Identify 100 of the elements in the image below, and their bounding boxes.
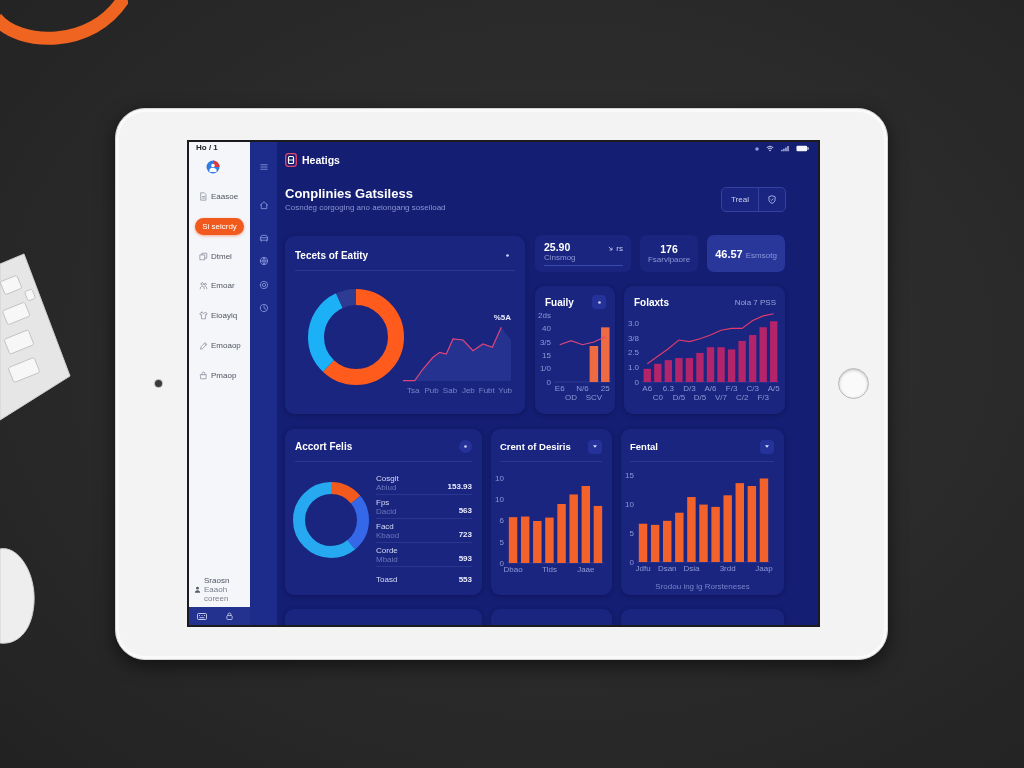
axis-label: D/5 — [672, 392, 686, 402]
axis-label: OD — [565, 392, 578, 402]
axis-label: 10 — [495, 473, 504, 483]
axis-label: Sab — [441, 386, 459, 395]
axis-label: 3/8 — [627, 333, 639, 343]
row-value: 593 — [458, 553, 472, 563]
chart-bar — [711, 506, 720, 562]
chart-bar — [650, 524, 660, 562]
dropdown-button[interactable] — [760, 439, 774, 454]
axis-label: Dsia — [683, 564, 700, 573]
axis-label: 0 — [629, 557, 634, 567]
row-name: Toasd — [376, 574, 398, 584]
axis-label: 25 — [600, 384, 610, 393]
battery-icon — [796, 145, 809, 152]
car-icon[interactable] — [258, 233, 269, 243]
axis-label: 1.0 — [627, 363, 639, 373]
axis-label: 2ds — [538, 311, 551, 321]
nav-item[interactable]: Eaasoe — [189, 188, 239, 205]
clock-icon[interactable] — [258, 303, 269, 313]
chart-bar — [601, 327, 610, 382]
stat-value: 46.57 — [715, 247, 743, 260]
axis-label: 5 — [629, 528, 634, 538]
chart-bar — [717, 347, 725, 382]
row-detail: Abiud — [376, 482, 397, 492]
nav-item[interactable]: Dtmel — [189, 247, 232, 265]
chart-bar — [675, 358, 683, 382]
row-value: 153.93 — [447, 481, 472, 491]
nav-item[interactable]: Emoaop — [189, 337, 241, 354]
legend-label: Nola 7 PSS — [734, 297, 776, 307]
nav-item[interactable]: Emoar — [189, 277, 235, 295]
stat-value: 176 — [660, 243, 678, 255]
axis-label: 0 — [546, 377, 551, 387]
axis-label: Dsan — [657, 564, 677, 573]
menu-icon[interactable] — [258, 162, 269, 172]
chart-bar — [675, 512, 684, 562]
nav-item[interactable]: Pmaop — [189, 366, 237, 384]
home-icon[interactable] — [258, 200, 269, 210]
chart-bar — [654, 363, 662, 382]
axis-label: 40 — [542, 324, 551, 334]
document-icon — [199, 192, 208, 201]
menu-button[interactable] — [459, 440, 472, 453]
stat-card[interactable]: 46.57 Esmsotg — [707, 235, 785, 272]
axis-label: Jeb — [460, 386, 476, 395]
stat-value: 25.90 — [544, 241, 572, 253]
chart-bar — [569, 494, 578, 563]
globe-icon[interactable] — [258, 256, 269, 266]
chart-bar — [533, 521, 542, 563]
row-value: 553 — [458, 574, 472, 584]
target-icon[interactable] — [258, 280, 269, 290]
chart-bar — [685, 358, 694, 382]
axis-label: Jaae — [577, 565, 595, 574]
nav-item[interactable]: Eioayiq — [189, 307, 238, 325]
chart-bar — [593, 505, 603, 563]
chart-line — [559, 336, 606, 346]
chart-bar — [638, 523, 648, 562]
axis-label: 0 — [634, 377, 639, 387]
stat-card[interactable]: 176 Fsarvlpaore — [640, 235, 698, 272]
shield-icon — [768, 194, 776, 204]
axis-label: 3rdd — [719, 564, 736, 573]
axis-label: 3/5 — [539, 337, 551, 347]
axis-label: D/5 — [693, 392, 707, 402]
row-name: Cosgit — [376, 473, 399, 483]
chart-bar — [738, 340, 746, 382]
axis-label: 10 — [495, 495, 504, 505]
chart-bar — [520, 516, 530, 563]
axis-label: D/3 — [683, 384, 696, 393]
card-title: Folaxts — [634, 296, 669, 308]
caret-icon — [765, 445, 769, 448]
toolbar-button[interactable]: Treal — [722, 187, 759, 211]
axis-label: V/7 — [715, 392, 728, 402]
keyboard-icon[interactable] — [197, 612, 207, 620]
axis-label: 2.5 — [627, 348, 639, 358]
stat-label: Esmsotg — [745, 250, 777, 260]
stat-card[interactable]: 25.90 Cinsmog rs — [535, 235, 631, 272]
axis-label: C0 — [652, 392, 663, 402]
row-name: Corde — [376, 545, 398, 555]
dot-icon — [597, 300, 601, 304]
bag-icon — [199, 370, 208, 380]
dot-icon — [755, 146, 759, 151]
app-name: Heatigs — [302, 154, 340, 166]
user-name: Sraosn — [204, 576, 231, 585]
chart-bar — [545, 517, 554, 563]
card-title: Accort Felis — [295, 441, 353, 452]
chart-bar — [687, 497, 696, 562]
status-text: Ho / 1 — [195, 142, 218, 153]
page-title: Conplinies Gatsiless — [285, 185, 414, 202]
dropdown-button[interactable] — [588, 439, 602, 454]
shirt-icon — [199, 311, 208, 321]
signal-icon — [781, 145, 789, 152]
logo-icon — [285, 153, 297, 167]
people-icon — [199, 281, 208, 291]
axis-label: A/6 — [704, 384, 717, 393]
chart-bar — [589, 346, 599, 382]
chart-bar — [664, 360, 673, 382]
lock-icon[interactable] — [226, 612, 233, 620]
axis-label: F/3 — [757, 392, 769, 402]
menu-button[interactable] — [592, 295, 606, 309]
axis-label: 0 — [499, 558, 504, 568]
dot-icon[interactable] — [506, 254, 509, 257]
axis-label: Pub — [423, 386, 440, 395]
